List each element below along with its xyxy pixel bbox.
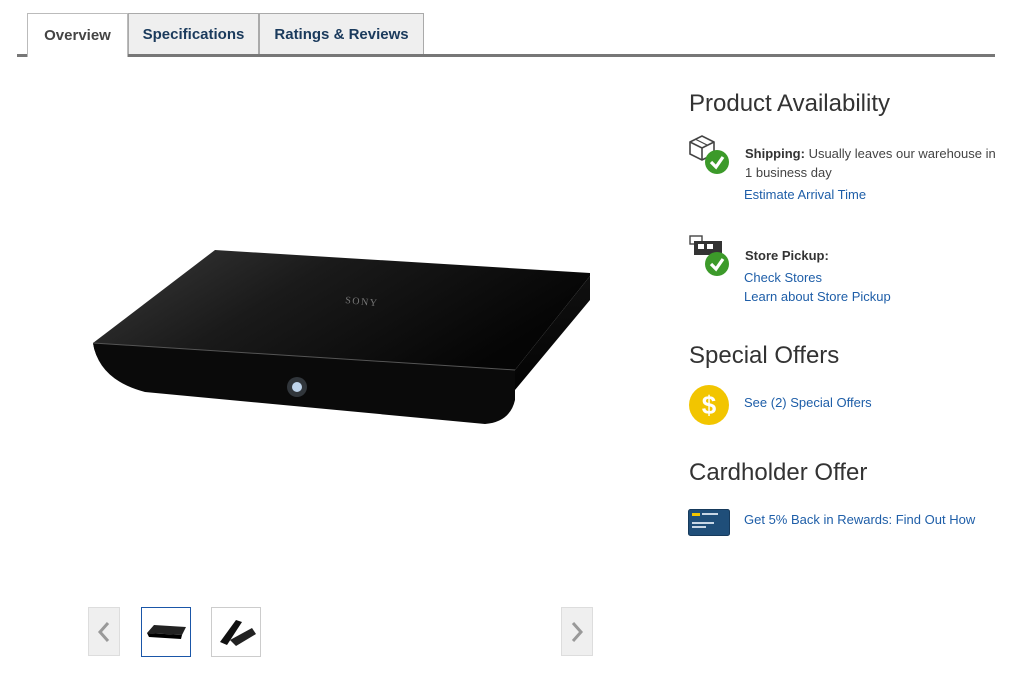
credit-card-icon (688, 509, 730, 541)
learn-store-pickup-link[interactable]: Learn about Store Pickup (744, 289, 891, 304)
chevron-left-icon (97, 621, 110, 642)
dollar-coin-icon: $ (688, 384, 730, 431)
cardholder-offer-link[interactable]: Get 5% Back in Rewards: Find Out How (744, 512, 975, 527)
special-offers-title: Special Offers (689, 342, 840, 369)
tab-overview[interactable]: Overview (27, 13, 128, 57)
tab-bar: Overview Specifications Ratings & Review… (17, 13, 995, 57)
shipping-label: Shipping: (745, 146, 805, 161)
device-thumbnail-angle (220, 620, 256, 646)
dollar-symbol: $ (702, 390, 717, 420)
previous-image-button[interactable] (88, 607, 120, 656)
shipping-box-icon (688, 134, 732, 181)
availability-title: Product Availability (689, 90, 890, 117)
tab-ratings-reviews[interactable]: Ratings & Reviews (259, 13, 424, 54)
store-pickup-label: Store Pickup: (745, 248, 829, 263)
tab-specifications[interactable]: Specifications (128, 13, 259, 54)
shipping-info: Shipping: Usually leaves our warehouse i… (745, 144, 1000, 182)
device-thumbnail-front (147, 625, 186, 639)
check-stores-link[interactable]: Check Stores (744, 270, 822, 285)
tab-underline (17, 54, 995, 57)
product-thumbnail-2[interactable] (211, 607, 261, 657)
next-image-button[interactable] (561, 607, 593, 656)
store-pickup-info: Store Pickup: (745, 246, 1000, 265)
chevron-right-icon (571, 621, 584, 642)
estimate-arrival-link[interactable]: Estimate Arrival Time (744, 187, 866, 202)
special-offers-link[interactable]: See (2) Special Offers (744, 395, 872, 410)
cardholder-offer-title: Cardholder Offer (689, 459, 868, 486)
store-pickup-icon (688, 234, 732, 283)
product-image: SONY (85, 240, 597, 430)
product-thumbnail-1[interactable] (141, 607, 191, 657)
